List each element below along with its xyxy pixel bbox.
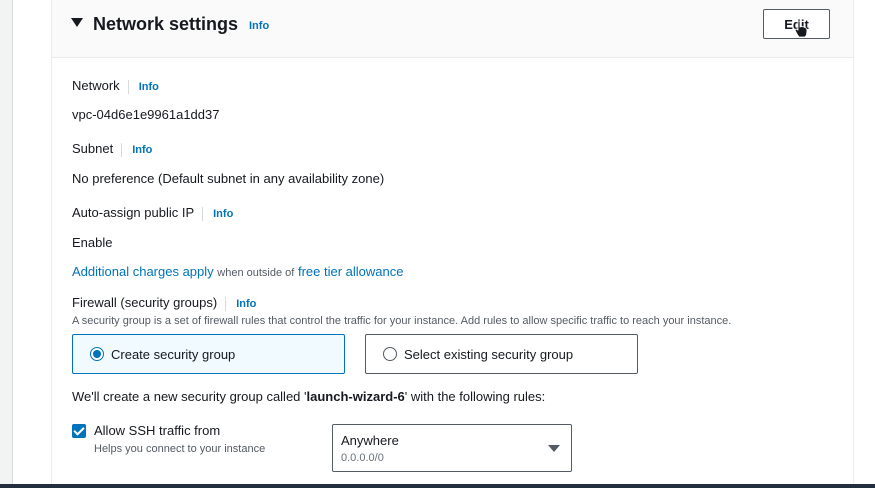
firewall-label: Firewall (security groups) [72, 295, 218, 310]
rules-suffix: ' with the following rules: [404, 389, 546, 404]
charges-note: Additional charges apply when outside of… [72, 264, 403, 279]
network-settings-panel: Network settings Info Edit Network Info v… [51, 0, 854, 485]
charges-middle-text: when outside of [217, 267, 295, 279]
chevron-down-icon [548, 445, 560, 452]
section-title: Network settings [93, 14, 239, 34]
public-ip-label: Auto-assign public IP [72, 205, 195, 220]
public-ip-info-link[interactable]: Info [213, 208, 233, 220]
network-info-link[interactable]: Info [139, 81, 159, 93]
panel-header: Network settings Info Edit [52, 0, 853, 58]
security-group-name: launch-wizard-6 [306, 389, 405, 404]
free-tier-link[interactable]: free tier allowance [298, 264, 404, 279]
network-label: Network [72, 78, 120, 93]
subnet-info-link[interactable]: Info [132, 144, 152, 156]
firewall-label-row: Firewall (security groups) Info [72, 295, 256, 311]
public-ip-value: Enable [72, 235, 113, 250]
allow-ssh-hint: Helps you connect to your instance [94, 443, 266, 455]
security-group-rules-text: We'll create a new security group called… [72, 389, 545, 404]
public-ip-label-row: Auto-assign public IP Info [72, 205, 233, 221]
allow-ssh-checkbox[interactable] [72, 424, 86, 438]
ssh-source-cidr: 0.0.0.0/0 [341, 452, 384, 464]
network-label-row: Network Info [72, 78, 159, 94]
create-security-group-option[interactable]: Create security group [72, 334, 345, 374]
ssh-source-value: Anywhere [341, 433, 399, 448]
section-info-link[interactable]: Info [249, 20, 269, 32]
allow-ssh-label: Allow SSH traffic from [94, 423, 221, 438]
create-security-group-radio[interactable] [90, 347, 104, 361]
firewall-description: A security group is a set of firewall ru… [72, 315, 732, 327]
subnet-label: Subnet [72, 141, 114, 156]
hand-pointer-icon [794, 20, 808, 38]
bottom-bar [0, 484, 875, 488]
create-security-group-label: Create security group [111, 347, 236, 362]
select-existing-security-group-option[interactable]: Select existing security group [365, 334, 638, 374]
select-existing-security-group-label: Select existing security group [404, 347, 574, 362]
rules-prefix: We'll create a new security group called… [72, 389, 307, 404]
firewall-info-link[interactable]: Info [236, 298, 256, 310]
ssh-source-select[interactable]: Anywhere 0.0.0.0/0 [332, 424, 572, 472]
select-existing-security-group-radio[interactable] [383, 347, 397, 361]
subnet-value: No preference (Default subnet in any ava… [72, 171, 385, 186]
network-value: vpc-04d6e1e9961a1dd37 [72, 107, 220, 122]
additional-charges-link[interactable]: Additional charges apply [72, 264, 214, 279]
subnet-label-row: Subnet Info [72, 141, 152, 157]
caret-down-icon[interactable] [71, 18, 83, 27]
